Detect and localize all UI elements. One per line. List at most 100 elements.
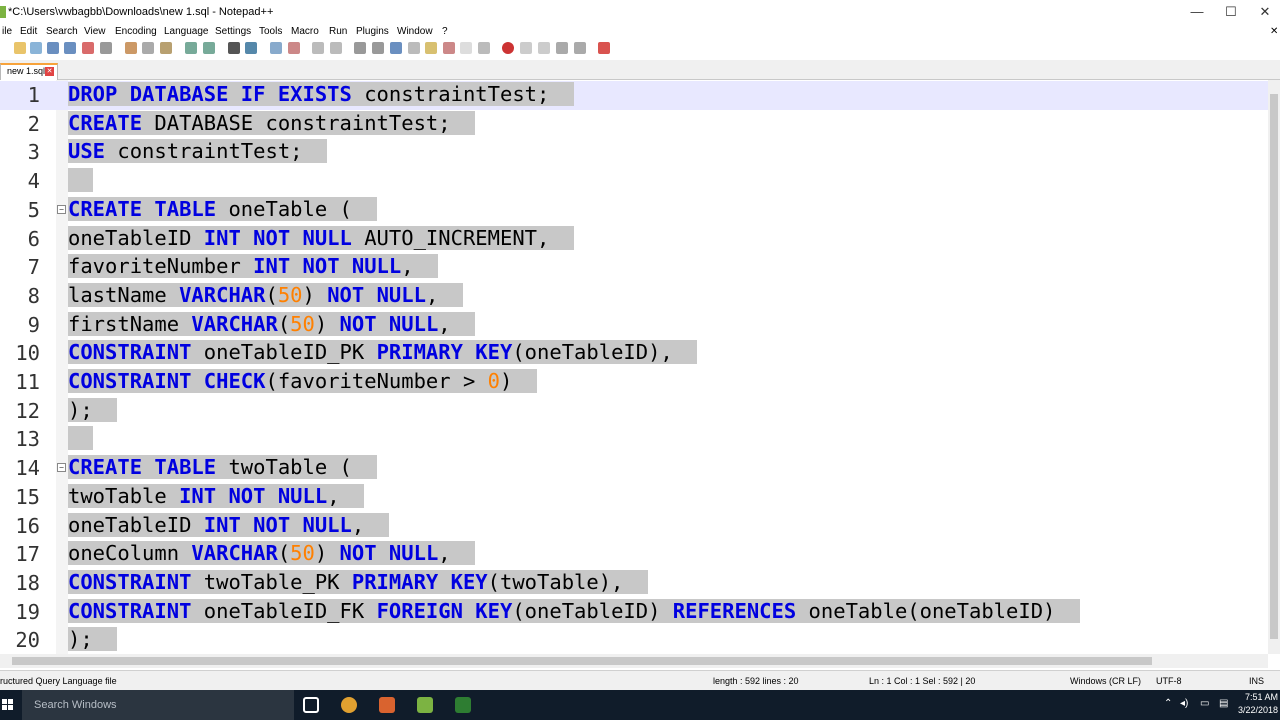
maximize-button[interactable]: ☐ [1216,2,1246,22]
sql-text: twoTable_PK [191,569,352,594]
code-line[interactable]: 12); [0,397,1268,426]
code-line[interactable]: 17 oneColumn VARCHAR(50) NOT NULL, [0,540,1268,569]
replace-icon[interactable] [245,42,257,54]
find-icon[interactable] [228,42,240,54]
code-line[interactable]: 19 CONSTRAINT oneTableID_FK FOREIGN KEY(o… [0,598,1268,627]
code-line[interactable]: 15 twoTable INT NOT NULL, [0,483,1268,512]
fold-toggle-icon[interactable]: − [57,463,66,473]
code-line[interactable]: 14 − CREATE TABLE twoTable ( [0,454,1268,483]
sql-keyword: NOT NULL [339,311,439,336]
code-line[interactable]: 5 − CREATE TABLE oneTable ( [0,196,1268,225]
close-button[interactable]: ✕ [1250,2,1280,22]
save-all-icon[interactable] [64,42,76,54]
code-line[interactable]: 16 oneTableID INT NOT NULL, [0,512,1268,541]
menu-macro[interactable]: Macro [291,26,319,37]
tab-close-icon[interactable]: ✕ [45,67,54,76]
code-line[interactable]: 3 USE constraintTest; [0,138,1268,167]
save-macro-icon[interactable] [574,42,586,54]
undo-icon[interactable] [185,42,197,54]
code-line[interactable]: 1 DROP DATABASE IF EXISTS constraintTest; [0,81,1268,110]
code-line[interactable]: 18 CONSTRAINT twoTable_PK PRIMARY KEY(two… [0,569,1268,598]
menu-search[interactable]: Search [46,26,78,37]
taskbar-search-box[interactable]: Search Windows [22,690,294,720]
menu-plugins[interactable]: Plugins [356,26,389,37]
menu-settings[interactable]: Settings [215,26,251,37]
code-editor[interactable]: 1 DROP DATABASE IF EXISTS constraintTest;… [0,80,1268,654]
save-icon[interactable] [47,42,59,54]
horizontal-scroll-thumb[interactable] [12,657,1152,665]
sql-keyword: NOT NULL [327,282,426,307]
code-line[interactable]: 8 lastName VARCHAR(50) NOT NULL, [0,282,1268,311]
selection-highlight: DROP DATABASE IF EXISTS constraintTest; [68,82,575,106]
menu-view[interactable]: View [84,26,106,37]
folder-workspace-icon[interactable] [443,42,455,54]
code-line[interactable]: 4 [0,167,1268,196]
zoom-out-icon[interactable] [288,42,300,54]
stop-recording-icon[interactable] [520,42,532,54]
code-line[interactable]: 6 oneTableID INT NOT NULL AUTO_INCREMENT, [0,225,1268,254]
sql-keyword: VARCHAR [179,282,266,307]
sync-vertical-icon[interactable] [312,42,324,54]
start-button[interactable] [0,690,20,720]
volume-icon[interactable]: ◂) [1180,698,1188,709]
line-number: 3 [27,140,40,165]
sync-horizontal-icon[interactable] [330,42,342,54]
record-macro-icon[interactable] [502,42,514,54]
network-icon[interactable]: ▭ [1200,698,1209,709]
menu-edit[interactable]: Edit [20,26,37,37]
menu-run[interactable]: Run [329,26,347,37]
code-line[interactable]: 11 CONSTRAINT CHECK(favoriteNumber > 0) [0,368,1268,397]
notepadpp-taskbar-icon[interactable] [417,697,433,713]
zoom-in-icon[interactable] [270,42,282,54]
line-number: 1 [27,83,40,107]
menu-window[interactable]: Window [397,26,433,37]
play-macro-icon[interactable] [538,42,550,54]
code-line[interactable]: 13 [0,425,1268,454]
show-all-characters-icon[interactable] [372,42,384,54]
function-list-icon[interactable] [425,42,437,54]
notifications-icon[interactable]: ▤ [1219,698,1228,709]
menu-file[interactable]: ile [2,26,12,37]
toolbar [0,40,1280,60]
code-line[interactable]: 20); [0,626,1268,654]
menu-language[interactable]: Language [164,26,209,37]
code-line[interactable]: 10 CONSTRAINT oneTableID_PK PRIMARY KEY(o… [0,339,1268,368]
monitoring-icon[interactable] [460,42,472,54]
view-icon[interactable] [478,42,490,54]
sql-number: 50 [277,282,303,307]
code-line[interactable]: 7 favoriteNumber INT NOT NULL, [0,253,1268,282]
menu-help[interactable]: ? [442,26,448,37]
spell-check-icon[interactable] [598,42,610,54]
taskbar-clock[interactable]: 7:51 AM 3/22/2018 [1238,691,1278,717]
close-file-icon[interactable] [82,42,94,54]
menu-tools[interactable]: Tools [259,26,282,37]
paste-icon[interactable] [160,42,172,54]
vertical-scrollbar[interactable] [1268,80,1280,654]
code-line[interactable]: 2 CREATE DATABASE constraintTest; [0,110,1268,139]
app-taskbar-icon[interactable] [455,697,471,713]
horizontal-scrollbar[interactable] [0,654,1268,668]
task-view-icon[interactable] [303,697,319,713]
vertical-scroll-thumb[interactable] [1270,94,1278,639]
sql-keyword: CONSTRAINT CHECK [68,369,266,393]
new-file-icon[interactable] [14,42,26,54]
code-line[interactable]: 9 firstName VARCHAR(50) NOT NULL, [0,311,1268,340]
copy-icon[interactable] [142,42,154,54]
indent-guide-icon[interactable] [390,42,402,54]
cut-icon[interactable] [125,42,137,54]
word-wrap-icon[interactable] [354,42,366,54]
chrome-icon[interactable] [341,697,357,713]
selection-highlight: twoTable INT NOT NULL, [68,483,365,508]
minimize-button[interactable]: — [1182,2,1212,22]
print-icon[interactable] [100,42,112,54]
mysql-workbench-icon[interactable] [379,697,395,713]
redo-icon[interactable] [203,42,215,54]
menu-close-document-icon[interactable]: ✕ [1270,26,1278,37]
document-map-icon[interactable] [408,42,420,54]
run-macro-multiple-icon[interactable] [556,42,568,54]
tray-chevron-icon[interactable]: ⌃ [1164,698,1172,709]
open-file-icon[interactable] [30,42,42,54]
menu-encoding[interactable]: Encoding [115,26,157,37]
fold-toggle-icon[interactable]: − [57,204,66,214]
tab-new-1-sql[interactable]: new 1.sql ✕ [0,63,58,80]
